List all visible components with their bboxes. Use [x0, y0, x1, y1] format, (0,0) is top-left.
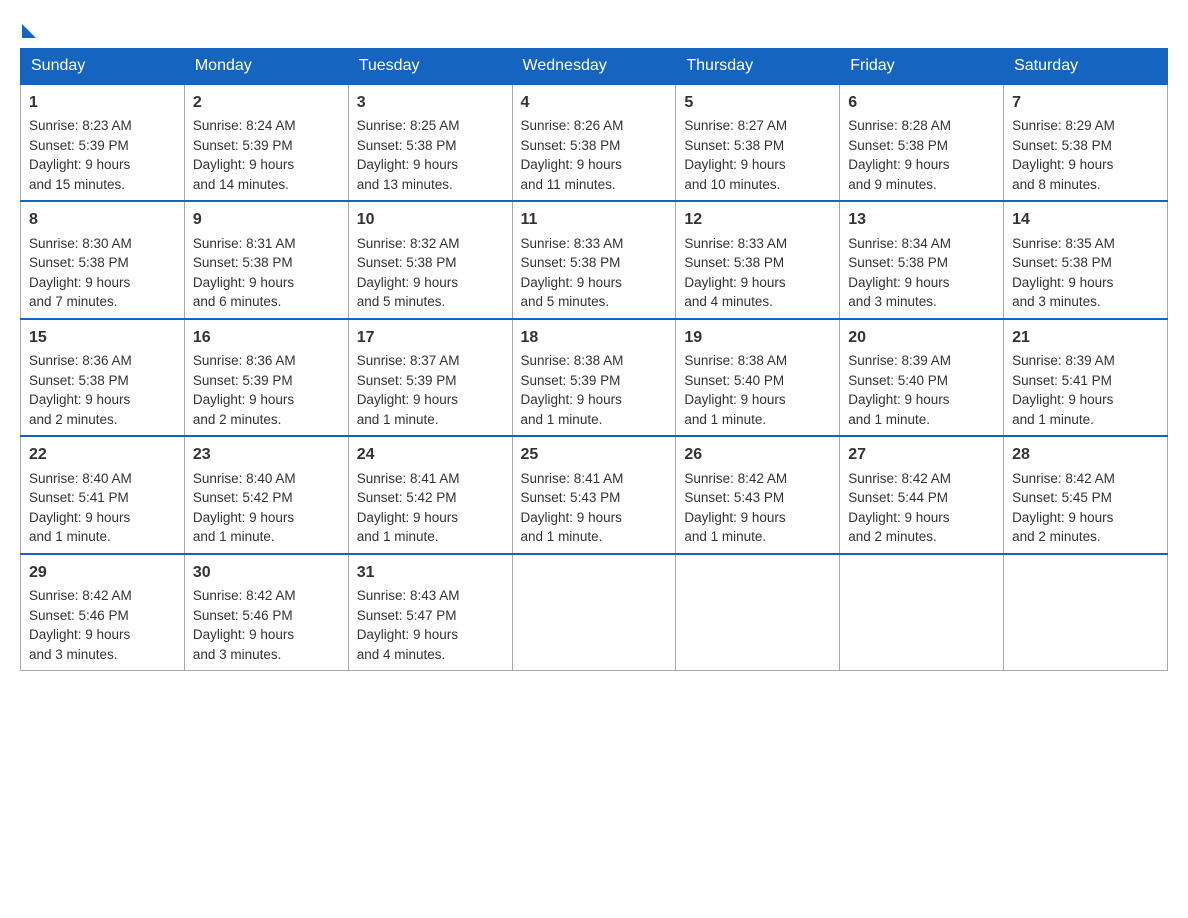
- calendar-cell: 7Sunrise: 8:29 AMSunset: 5:38 PMDaylight…: [1004, 84, 1168, 201]
- day-number: 20: [848, 326, 995, 349]
- day-number: 11: [521, 208, 668, 231]
- day-number: 25: [521, 443, 668, 466]
- calendar-table: SundayMondayTuesdayWednesdayThursdayFrid…: [20, 48, 1168, 671]
- day-number: 28: [1012, 443, 1159, 466]
- calendar-cell: 25Sunrise: 8:41 AMSunset: 5:43 PMDayligh…: [512, 436, 676, 553]
- calendar-cell: [840, 554, 1004, 671]
- calendar-cell: 20Sunrise: 8:39 AMSunset: 5:40 PMDayligh…: [840, 319, 1004, 436]
- calendar-week-row: 29Sunrise: 8:42 AMSunset: 5:46 PMDayligh…: [21, 554, 1168, 671]
- calendar-cell: 5Sunrise: 8:27 AMSunset: 5:38 PMDaylight…: [676, 84, 840, 201]
- calendar-cell: 1Sunrise: 8:23 AMSunset: 5:39 PMDaylight…: [21, 84, 185, 201]
- day-number: 23: [193, 443, 340, 466]
- day-number: 12: [684, 208, 831, 231]
- logo-triangle-icon: [22, 24, 36, 38]
- day-number: 18: [521, 326, 668, 349]
- day-number: 7: [1012, 91, 1159, 114]
- day-number: 14: [1012, 208, 1159, 231]
- calendar-cell: 2Sunrise: 8:24 AMSunset: 5:39 PMDaylight…: [184, 84, 348, 201]
- day-number: 22: [29, 443, 176, 466]
- day-number: 17: [357, 326, 504, 349]
- calendar-cell: 18Sunrise: 8:38 AMSunset: 5:39 PMDayligh…: [512, 319, 676, 436]
- calendar-cell: 28Sunrise: 8:42 AMSunset: 5:45 PMDayligh…: [1004, 436, 1168, 553]
- calendar-cell: 27Sunrise: 8:42 AMSunset: 5:44 PMDayligh…: [840, 436, 1004, 553]
- calendar-cell: 23Sunrise: 8:40 AMSunset: 5:42 PMDayligh…: [184, 436, 348, 553]
- day-number: 24: [357, 443, 504, 466]
- weekday-header-saturday: Saturday: [1004, 49, 1168, 85]
- calendar-cell: 10Sunrise: 8:32 AMSunset: 5:38 PMDayligh…: [348, 201, 512, 318]
- calendar-week-row: 1Sunrise: 8:23 AMSunset: 5:39 PMDaylight…: [21, 84, 1168, 201]
- day-number: 21: [1012, 326, 1159, 349]
- day-number: 19: [684, 326, 831, 349]
- calendar-cell: 8Sunrise: 8:30 AMSunset: 5:38 PMDaylight…: [21, 201, 185, 318]
- calendar-cell: 26Sunrise: 8:42 AMSunset: 5:43 PMDayligh…: [676, 436, 840, 553]
- day-number: 30: [193, 561, 340, 584]
- day-number: 8: [29, 208, 176, 231]
- weekday-header-thursday: Thursday: [676, 49, 840, 85]
- calendar-cell: 13Sunrise: 8:34 AMSunset: 5:38 PMDayligh…: [840, 201, 1004, 318]
- calendar-cell: 6Sunrise: 8:28 AMSunset: 5:38 PMDaylight…: [840, 84, 1004, 201]
- calendar-cell: 29Sunrise: 8:42 AMSunset: 5:46 PMDayligh…: [21, 554, 185, 671]
- day-number: 15: [29, 326, 176, 349]
- day-number: 5: [684, 91, 831, 114]
- calendar-week-row: 15Sunrise: 8:36 AMSunset: 5:38 PMDayligh…: [21, 319, 1168, 436]
- day-number: 6: [848, 91, 995, 114]
- calendar-cell: [512, 554, 676, 671]
- calendar-cell: 9Sunrise: 8:31 AMSunset: 5:38 PMDaylight…: [184, 201, 348, 318]
- calendar-cell: 31Sunrise: 8:43 AMSunset: 5:47 PMDayligh…: [348, 554, 512, 671]
- calendar-cell: 15Sunrise: 8:36 AMSunset: 5:38 PMDayligh…: [21, 319, 185, 436]
- calendar-header-row: SundayMondayTuesdayWednesdayThursdayFrid…: [21, 49, 1168, 85]
- day-number: 1: [29, 91, 176, 114]
- calendar-cell: 11Sunrise: 8:33 AMSunset: 5:38 PMDayligh…: [512, 201, 676, 318]
- calendar-cell: 19Sunrise: 8:38 AMSunset: 5:40 PMDayligh…: [676, 319, 840, 436]
- day-number: 9: [193, 208, 340, 231]
- calendar-cell: 3Sunrise: 8:25 AMSunset: 5:38 PMDaylight…: [348, 84, 512, 201]
- calendar-cell: 4Sunrise: 8:26 AMSunset: 5:38 PMDaylight…: [512, 84, 676, 201]
- day-number: 10: [357, 208, 504, 231]
- calendar-cell: [676, 554, 840, 671]
- calendar-cell: 30Sunrise: 8:42 AMSunset: 5:46 PMDayligh…: [184, 554, 348, 671]
- weekday-header-tuesday: Tuesday: [348, 49, 512, 85]
- calendar-cell: 12Sunrise: 8:33 AMSunset: 5:38 PMDayligh…: [676, 201, 840, 318]
- weekday-header-sunday: Sunday: [21, 49, 185, 85]
- day-number: 2: [193, 91, 340, 114]
- weekday-header-friday: Friday: [840, 49, 1004, 85]
- weekday-header-monday: Monday: [184, 49, 348, 85]
- calendar-cell: 14Sunrise: 8:35 AMSunset: 5:38 PMDayligh…: [1004, 201, 1168, 318]
- day-number: 26: [684, 443, 831, 466]
- day-number: 27: [848, 443, 995, 466]
- day-number: 31: [357, 561, 504, 584]
- weekday-header-wednesday: Wednesday: [512, 49, 676, 85]
- day-number: 29: [29, 561, 176, 584]
- calendar-cell: 21Sunrise: 8:39 AMSunset: 5:41 PMDayligh…: [1004, 319, 1168, 436]
- calendar-cell: 17Sunrise: 8:37 AMSunset: 5:39 PMDayligh…: [348, 319, 512, 436]
- calendar-cell: 24Sunrise: 8:41 AMSunset: 5:42 PMDayligh…: [348, 436, 512, 553]
- calendar-cell: 16Sunrise: 8:36 AMSunset: 5:39 PMDayligh…: [184, 319, 348, 436]
- calendar-week-row: 22Sunrise: 8:40 AMSunset: 5:41 PMDayligh…: [21, 436, 1168, 553]
- day-number: 13: [848, 208, 995, 231]
- logo: [20, 20, 36, 38]
- day-number: 16: [193, 326, 340, 349]
- calendar-cell: 22Sunrise: 8:40 AMSunset: 5:41 PMDayligh…: [21, 436, 185, 553]
- day-number: 3: [357, 91, 504, 114]
- calendar-week-row: 8Sunrise: 8:30 AMSunset: 5:38 PMDaylight…: [21, 201, 1168, 318]
- day-number: 4: [521, 91, 668, 114]
- page-header: [20, 20, 1168, 38]
- calendar-cell: [1004, 554, 1168, 671]
